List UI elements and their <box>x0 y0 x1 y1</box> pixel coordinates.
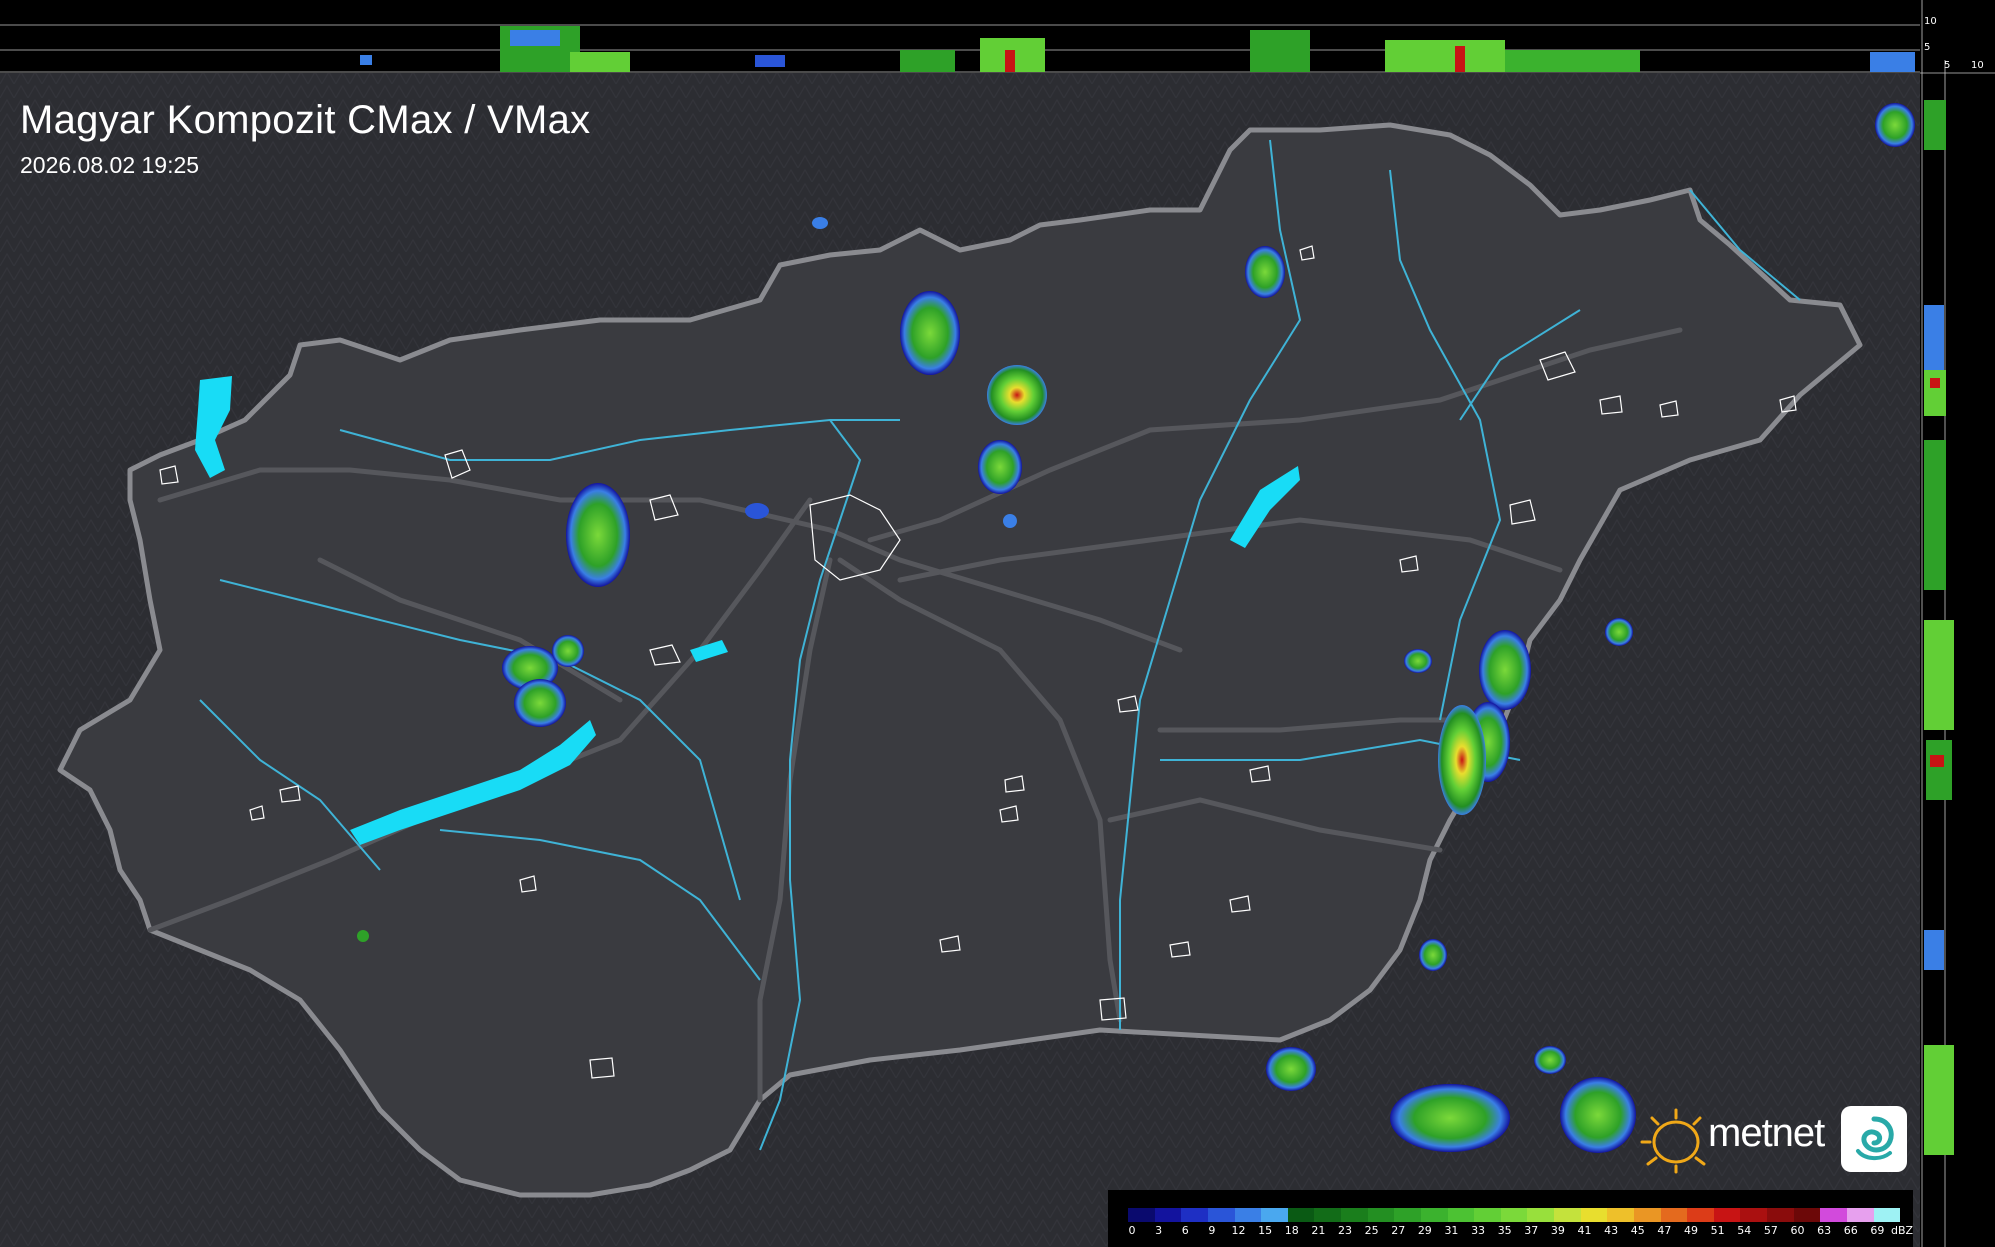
radar-cell <box>978 440 1022 494</box>
legend-swatch <box>1660 1208 1688 1222</box>
legend-label: 6 <box>1181 1224 1189 1237</box>
radar-map <box>0 0 1995 1247</box>
legend-color-bar <box>1128 1208 1901 1222</box>
map-title: Magyar Kompozit CMax / VMax <box>20 98 591 142</box>
metnet-logo: metnet <box>1638 1103 1913 1179</box>
legend-label: 35 <box>1497 1224 1512 1237</box>
radar-map-view: { "title": "Magyar Kompozit CMax / VMax"… <box>0 0 1995 1247</box>
legend-label: 49 <box>1684 1224 1699 1237</box>
legend-label: 31 <box>1444 1224 1459 1237</box>
map-timestamp: 2026.08.02 19:25 <box>20 152 200 178</box>
swirl-icon <box>1841 1106 1907 1172</box>
radar-cell <box>1390 1084 1510 1152</box>
legend-swatch <box>1846 1208 1874 1222</box>
legend-label: 25 <box>1364 1224 1379 1237</box>
legend-swatch <box>1607 1208 1634 1222</box>
radar-cell <box>745 503 769 519</box>
legend-label: 43 <box>1604 1224 1619 1237</box>
legend-swatch <box>1394 1208 1421 1222</box>
dbz-legend: 0 3 6 9 12 15 18 21 23 25 27 29 31 33 35 37 39 41 43 45 47 49… <box>1108 1190 1913 1247</box>
legend-label: 51 <box>1710 1224 1725 1237</box>
legend-swatch <box>1287 1208 1315 1222</box>
legend-label: 57 <box>1763 1224 1778 1237</box>
legend-label: 60 <box>1790 1224 1805 1237</box>
metnet-logo-text: metnet <box>1708 1111 1825 1155</box>
legend-label: 37 <box>1524 1224 1539 1237</box>
legend-swatch <box>1633 1208 1661 1222</box>
legend-swatch <box>1554 1208 1581 1222</box>
radar-cell <box>987 365 1047 425</box>
profile-right-tick: 5 <box>1944 60 1951 71</box>
legend-swatch <box>1341 1208 1368 1222</box>
sun-icon <box>1640 1108 1706 1174</box>
radar-cell <box>1003 514 1017 528</box>
radar-cell <box>812 217 828 229</box>
radar-cell <box>1560 1077 1636 1153</box>
legend-swatch <box>1820 1208 1847 1222</box>
radar-cell <box>566 483 630 587</box>
legend-swatch <box>1767 1208 1794 1222</box>
legend-labels: 0 3 6 9 12 15 18 21 23 25 27 29 31 33 35 37 39 41 43 45 47 49… <box>1128 1224 1914 1240</box>
radar-cell <box>514 679 566 727</box>
legend-label: 18 <box>1284 1224 1299 1237</box>
legend-swatch <box>1474 1208 1501 1222</box>
legend-swatch <box>1740 1208 1767 1222</box>
radar-cell <box>1404 649 1432 673</box>
legend-swatch <box>1181 1208 1208 1222</box>
legend-label: 29 <box>1417 1224 1432 1237</box>
legend-label: 47 <box>1657 1224 1672 1237</box>
legend-unit: dBZ <box>1890 1224 1914 1237</box>
legend-label: 45 <box>1630 1224 1645 1237</box>
legend-label: 69 <box>1870 1224 1885 1237</box>
legend-label: 9 <box>1208 1224 1216 1237</box>
legend-label: 33 <box>1471 1224 1486 1237</box>
legend-label: 0 <box>1128 1224 1136 1237</box>
radar-cell <box>357 930 369 942</box>
legend-label: 66 <box>1843 1224 1858 1237</box>
radar-cell <box>1419 939 1447 971</box>
legend-label: 41 <box>1577 1224 1592 1237</box>
legend-label: 15 <box>1258 1224 1273 1237</box>
radar-cell <box>1266 1047 1316 1091</box>
radar-cell <box>1245 246 1285 298</box>
radar-cell <box>552 635 584 667</box>
profile-right-axis: 5 10 <box>1920 0 1995 1247</box>
radar-cell <box>1605 618 1633 646</box>
legend-swatch <box>1128 1208 1155 1222</box>
legend-label: 63 <box>1817 1224 1832 1237</box>
legend-swatch <box>1527 1208 1554 1222</box>
legend-swatch <box>1713 1208 1741 1222</box>
profile-top-axis: 10 5 <box>0 0 1937 73</box>
legend-label: 54 <box>1737 1224 1752 1237</box>
legend-swatch <box>1580 1208 1608 1222</box>
legend-swatch <box>1154 1208 1182 1222</box>
legend-label: 39 <box>1550 1224 1565 1237</box>
profile-right-tick: 10 <box>1971 60 1984 71</box>
legend-swatch <box>1873 1208 1901 1222</box>
legend-swatch <box>1500 1208 1528 1222</box>
radar-cell <box>1438 705 1486 815</box>
legend-swatch <box>1234 1208 1262 1222</box>
legend-swatch <box>1261 1208 1288 1222</box>
legend-label: 3 <box>1155 1224 1163 1237</box>
radar-cell <box>900 291 960 375</box>
legend-label: 23 <box>1337 1224 1352 1237</box>
legend-label: 27 <box>1391 1224 1406 1237</box>
legend-swatch <box>1687 1208 1714 1222</box>
radar-cell <box>1875 103 1915 147</box>
legend-swatch <box>1314 1208 1341 1222</box>
radar-cell <box>1534 1046 1566 1074</box>
legend-swatch <box>1207 1208 1235 1222</box>
legend-swatch <box>1367 1208 1395 1222</box>
legend-label: 12 <box>1231 1224 1246 1237</box>
legend-swatch <box>1420 1208 1448 1222</box>
legend-label: 21 <box>1311 1224 1326 1237</box>
legend-swatch <box>1447 1208 1475 1222</box>
legend-swatch <box>1793 1208 1821 1222</box>
radar-cell <box>1479 630 1531 710</box>
